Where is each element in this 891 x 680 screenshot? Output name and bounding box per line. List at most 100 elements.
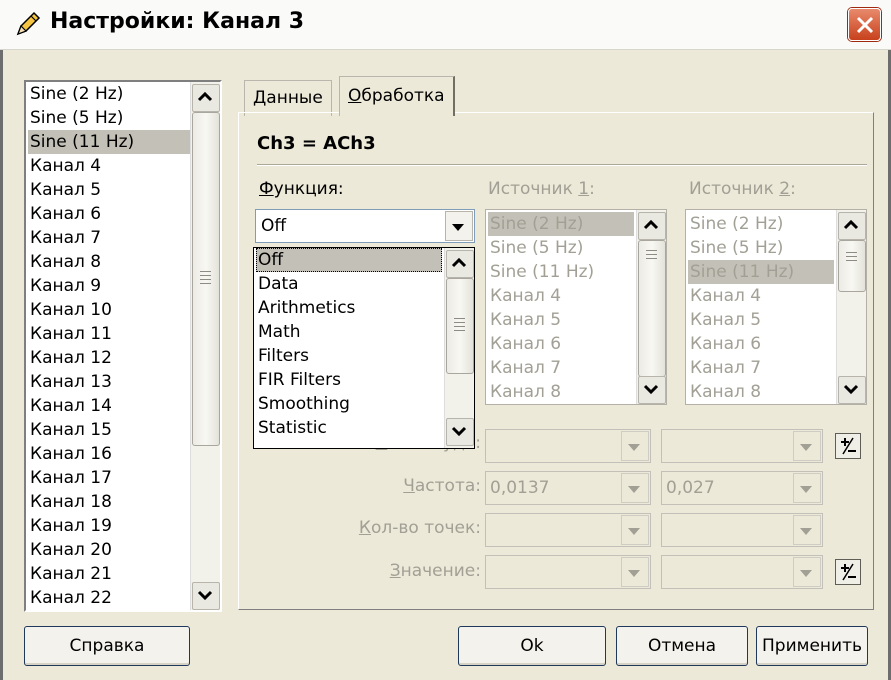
scroll-up-button[interactable] (192, 84, 220, 112)
triangle-down-icon (800, 444, 812, 451)
list-item: Канал 7 (490, 358, 562, 378)
close-button[interactable] (848, 8, 881, 41)
list-item[interactable]: Канал 19 (28, 514, 190, 538)
function-scrollbar[interactable] (444, 248, 474, 448)
frequency-label: Частота: (403, 476, 481, 496)
amplitude-combo-1 (485, 429, 651, 463)
triangle-down-icon (452, 224, 464, 231)
function-combo[interactable]: Off (255, 209, 475, 243)
amplitude-combo-2 (661, 429, 823, 463)
plus-minus-button-amplitude[interactable] (835, 433, 861, 459)
list-item[interactable]: Канал 14 (28, 394, 190, 418)
value-combo-1 (485, 555, 651, 589)
list-item: Канал 4 (490, 286, 562, 306)
function-label: Функция: (259, 179, 344, 199)
source2-scrollbar (836, 210, 866, 404)
list-item[interactable]: Канал 20 (28, 538, 190, 562)
function-dropdown-list[interactable]: Off Data Arithmetics Math Filters FIR Filters… (253, 247, 475, 449)
frequency-combo-1: 0,0137 (485, 471, 651, 505)
chevron-down-icon (197, 590, 213, 601)
help-button[interactable]: Справка (24, 626, 190, 666)
list-item[interactable]: Канал 15 (28, 418, 190, 442)
list-item[interactable]: Data (256, 272, 442, 296)
list-item[interactable]: Канал 11 (28, 322, 190, 346)
list-item: Канал 6 (690, 334, 762, 354)
triangle-down-icon (800, 528, 812, 535)
ok-button[interactable]: Ok (458, 626, 606, 666)
list-item: Sine (2 Hz) (690, 214, 784, 234)
points-combo-1 (485, 513, 651, 547)
list-item[interactable]: Канал 8 (28, 250, 190, 274)
apply-button[interactable]: Применить (756, 626, 868, 666)
tab-data[interactable]: Данные (244, 80, 332, 116)
points-label: Кол-во точек: (358, 518, 481, 538)
source2-items: Sine (2 Hz) Sine (5 Hz) Sine (11 Hz) Канал … (686, 210, 834, 404)
cancel-button[interactable]: Отмена (616, 626, 748, 666)
list-item[interactable]: Канал 13 (28, 370, 190, 394)
scroll-down-button[interactable] (192, 582, 220, 610)
list-item[interactable]: Канал 6 (28, 202, 190, 226)
value-combo-2 (661, 555, 823, 589)
list-item: Канал 8 (690, 382, 762, 402)
plus-minus-icon (841, 563, 856, 581)
value-label: Значение: (389, 561, 481, 581)
list-item[interactable]: Arithmetics (256, 296, 442, 320)
triangle-down-icon (628, 528, 640, 535)
list-item[interactable]: Off (256, 248, 442, 272)
list-item[interactable]: Канал 18 (28, 490, 190, 514)
list-item: Канал 8 (490, 382, 562, 402)
triangle-down-icon (628, 486, 640, 493)
list-item[interactable]: Smoothing (256, 392, 442, 416)
tab-processing[interactable]: Обработка (339, 76, 455, 116)
triangle-down-icon (800, 570, 812, 577)
list-item[interactable]: Канал 9 (28, 274, 190, 298)
scroll-down-button[interactable] (446, 418, 474, 446)
channel-listbox[interactable]: Sine (2 Hz) Sine (5 Hz) Sine (11 Hz) Канал … (24, 80, 222, 612)
list-item[interactable]: Канал 7 (28, 226, 190, 250)
list-item[interactable]: Sine (5 Hz) (28, 106, 190, 130)
list-item[interactable]: Sine (11 Hz) (28, 130, 190, 154)
list-item[interactable]: FIR Filters (256, 368, 442, 392)
source1-scrollbar (636, 210, 666, 404)
function-dropdown-button[interactable] (445, 211, 473, 241)
list-item: Sine (5 Hz) (690, 238, 784, 258)
channel-scrollbar[interactable] (190, 82, 220, 610)
list-item[interactable]: Канал 16 (28, 442, 190, 466)
frequency-value-1: 0,0137 (490, 478, 550, 498)
scroll-up-button[interactable] (446, 250, 474, 278)
list-item[interactable]: Sine (2 Hz) (28, 82, 190, 106)
triangle-down-icon (628, 444, 640, 451)
list-item[interactable]: Канал 12 (28, 346, 190, 370)
processing-panel: Ch3 = ACh3 Функция: Источник 1: Источник… (238, 112, 874, 610)
list-item: Канал 6 (490, 334, 562, 354)
channel-items: Sine (2 Hz) Sine (5 Hz) Sine (11 Hz) Канал … (26, 82, 190, 610)
source1-listbox: Sine (2 Hz) Sine (5 Hz) Sine (11 Hz) Канал … (485, 209, 667, 405)
list-item[interactable]: Канал 5 (28, 178, 190, 202)
scroll-thumb[interactable] (446, 278, 474, 374)
triangle-down-icon (800, 486, 812, 493)
list-item[interactable]: Канал 17 (28, 466, 190, 490)
list-item[interactable]: Канал 21 (28, 562, 190, 586)
list-item[interactable]: Math (256, 320, 442, 344)
source2-listbox: Sine (2 Hz) Sine (5 Hz) Sine (11 Hz) Канал … (685, 209, 867, 405)
list-item: Канал 5 (490, 310, 562, 330)
frequency-value-2: 0,027 (666, 478, 715, 498)
scroll-up-button (838, 212, 866, 240)
chevron-up-icon (451, 257, 467, 268)
plus-minus-button-value[interactable] (835, 559, 861, 585)
chevron-up-icon (197, 91, 213, 102)
scroll-thumb[interactable] (192, 112, 220, 446)
list-item[interactable]: Канал 4 (28, 154, 190, 178)
list-item[interactable]: Statistic (256, 416, 442, 440)
chevron-down-icon (643, 384, 659, 395)
tab-processing-mnemonic: О (348, 86, 362, 106)
list-item[interactable]: Канал 22 (28, 586, 190, 610)
list-item[interactable]: Канал 10 (28, 298, 190, 322)
tab-processing-label: бработка (361, 86, 445, 106)
list-item[interactable]: Filters (256, 344, 442, 368)
list-item: Канал 5 (690, 310, 762, 330)
list-item: Sine (5 Hz) (490, 238, 584, 258)
scroll-thumb (838, 240, 866, 292)
chevron-down-icon (451, 426, 467, 437)
separator (257, 164, 867, 166)
